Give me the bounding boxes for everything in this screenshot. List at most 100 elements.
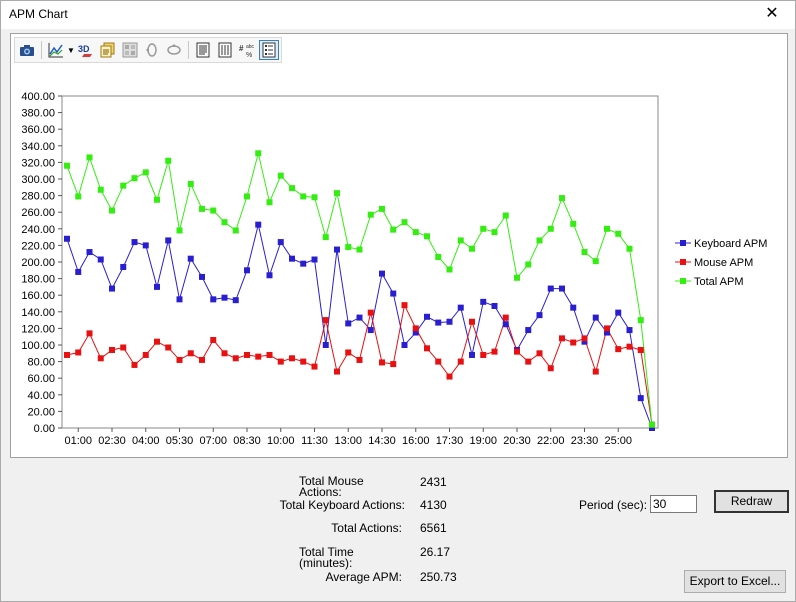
chart-panel: ▼ 3D # abc% 0.00 20.00 40.00 60.00 80.00…: [10, 33, 788, 458]
legend-swatch-marker: [680, 259, 686, 265]
export-to-excel-button[interactable]: Export to Excel...: [684, 570, 786, 593]
data-point: [412, 325, 419, 332]
data-point: [570, 304, 577, 311]
data-point: [491, 229, 498, 236]
data-point: [300, 260, 307, 267]
data-point: [266, 199, 273, 206]
redraw-button[interactable]: Redraw: [714, 490, 789, 513]
y-tick-label: 240.00: [21, 224, 55, 236]
data-point: [435, 358, 442, 365]
x-tick-label: 01:00: [64, 435, 92, 447]
total-keyboard-actions-label: Total Keyboard Actions:: [279, 498, 405, 512]
apm-chart-window: APM Chart ✕ ▼ 3D # abc % 0.00 20.00 40.0…: [0, 0, 796, 602]
data-point: [199, 356, 205, 363]
data-point: [401, 219, 408, 226]
data-point: [109, 207, 115, 214]
data-point: [356, 246, 363, 253]
data-point: [446, 373, 453, 380]
average-apm-label: Average APM:: [325, 570, 403, 584]
data-point: [446, 266, 453, 273]
data-point: [154, 283, 160, 290]
data-point: [356, 356, 363, 363]
data-point: [345, 244, 352, 251]
x-tick-label: 19:00: [469, 435, 497, 447]
y-tick-label: 100.00: [21, 340, 55, 352]
legend-label: Total APM: [694, 276, 744, 288]
data-point: [266, 272, 273, 279]
data-point: [401, 302, 408, 309]
legend-swatch-marker: [680, 240, 686, 246]
title-bar: APM Chart ✕: [1, 1, 795, 29]
y-tick-label: 260.00: [21, 207, 55, 219]
x-tick-label: 08:30: [233, 435, 261, 447]
data-point: [154, 338, 160, 345]
data-point: [210, 337, 217, 344]
data-point: [424, 233, 430, 240]
x-tick-label: 04:00: [132, 435, 160, 447]
data-point: [187, 350, 194, 357]
plot-area: [61, 95, 659, 429]
total-time-value: 26.17: [420, 545, 451, 559]
y-tick-label: 300.00: [21, 174, 55, 186]
y-tick-label: 200.00: [21, 257, 55, 269]
close-button[interactable]: ✕: [749, 1, 795, 29]
data-point: [536, 350, 543, 357]
data-point: [491, 302, 498, 309]
data-point: [379, 359, 385, 366]
data-point: [165, 157, 172, 164]
data-point: [232, 227, 239, 234]
data-point: [334, 190, 340, 197]
y-tick-label: 140.00: [21, 307, 55, 319]
data-point: [289, 185, 295, 192]
data-point: [86, 330, 93, 337]
data-point: [480, 351, 487, 358]
data-point: [142, 242, 149, 249]
data-point: [142, 351, 149, 358]
data-point: [525, 358, 532, 365]
total-actions-label: Total Actions:: [331, 521, 402, 535]
data-point: [480, 298, 487, 305]
y-tick-label: 40.00: [27, 390, 55, 402]
data-point: [311, 363, 318, 370]
data-point: [592, 258, 599, 265]
x-tick-label: 23:30: [571, 435, 599, 447]
x-tick-label: 25:00: [604, 435, 632, 447]
data-point: [75, 349, 82, 356]
data-point: [502, 212, 509, 219]
data-point: [244, 351, 250, 358]
data-point: [277, 358, 284, 365]
data-point: [570, 339, 577, 346]
y-tick-label: 20.00: [27, 406, 55, 418]
period-input[interactable]: [650, 495, 697, 513]
data-point: [120, 182, 127, 189]
x-tick-label: 13:00: [334, 435, 362, 447]
legend-label: Keyboard APM: [694, 238, 767, 250]
data-point: [221, 294, 228, 301]
data-point: [581, 249, 588, 256]
x-tick-label: 07:00: [199, 435, 227, 447]
data-point: [547, 365, 554, 372]
data-point: [379, 205, 385, 212]
average-apm-value: 250.73: [420, 570, 457, 584]
data-point: [367, 327, 374, 334]
data-point: [457, 358, 464, 365]
data-point: [345, 320, 352, 327]
data-point: [289, 255, 295, 262]
data-point: [165, 237, 172, 244]
data-point: [626, 245, 633, 252]
data-point: [424, 313, 430, 320]
data-point: [165, 344, 172, 351]
y-tick-label: 400.00: [21, 91, 55, 103]
y-tick-label: 180.00: [21, 274, 55, 286]
data-point: [75, 193, 82, 200]
data-point: [457, 304, 464, 311]
data-point: [289, 355, 295, 362]
y-tick-label: 120.00: [21, 323, 55, 335]
data-point: [615, 309, 622, 316]
data-point: [424, 345, 430, 352]
data-point: [232, 355, 239, 362]
data-point: [300, 193, 307, 200]
data-point: [109, 285, 115, 292]
x-tick-label: 17:30: [436, 435, 464, 447]
data-point: [390, 361, 397, 368]
